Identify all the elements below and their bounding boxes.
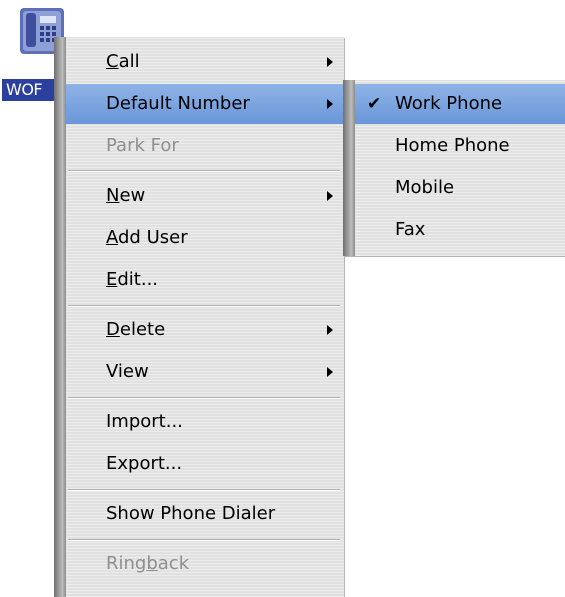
menu-item-new[interactable]: New [66,176,344,216]
submenu-item-label: Fax [395,219,426,240]
menu-item-park-for: Park For [66,126,344,166]
default-number-submenu: ✔ Work Phone Home Phone Mobile Fax [343,80,565,256]
menu-separator [68,489,340,491]
menu-separator [68,539,340,541]
menu-item-label: Edit... [106,269,159,290]
menu-item-label: Default Number [106,93,250,114]
submenu-arrow-icon [327,191,333,201]
menu-separator [68,170,340,172]
menu-separator [68,397,340,399]
submenu-item-fax[interactable]: Fax [355,210,565,250]
submenu-item-label: Mobile [395,177,455,198]
menu-side-stripe [54,37,66,597]
menu-item-show-phone-dialer[interactable]: Show Phone Dialer [66,494,344,534]
menu-item-label: View [106,361,149,382]
menu-item-add-user[interactable]: Add User [66,218,344,258]
menu-item-view[interactable]: View [66,352,344,392]
menu-separator [68,305,340,307]
submenu-item-work-phone[interactable]: ✔ Work Phone [355,84,565,124]
context-menu: Call Default Number Park For New Add Use… [54,37,344,597]
menu-item-label: Ringback [106,553,190,574]
submenu-arrow-icon [327,99,333,109]
menu-item-label: Show Phone Dialer [106,503,276,524]
submenu-item-label: Home Phone [395,135,510,156]
submenu-item-mobile[interactable]: Mobile [355,168,565,208]
menu-item-edit[interactable]: Edit... [66,260,344,300]
menu-item-ringback: Ringback [66,544,344,584]
menu-item-label: Call [106,51,140,72]
menu-item-label: Import... [106,411,183,432]
menu-item-label: Delete [106,319,166,340]
submenu-arrow-icon [327,325,333,335]
menu-item-default-number[interactable]: Default Number [66,84,344,124]
menu-item-label: New [106,185,146,206]
menu-item-call[interactable]: Call [66,42,344,82]
menu-item-label: Park For [106,135,179,156]
menu-item-export[interactable]: Export... [66,444,344,484]
submenu-arrow-icon [327,57,333,67]
submenu-item-home-phone[interactable]: Home Phone [355,126,565,166]
menu-item-label: Add User [106,227,188,248]
menu-item-label: Export... [106,453,183,474]
submenu-item-label: Work Phone [395,93,503,114]
menu-item-delete[interactable]: Delete [66,310,344,350]
submenu-arrow-icon [327,367,333,377]
menu-item-import[interactable]: Import... [66,402,344,442]
checkmark-icon: ✔ [367,94,382,114]
menu-side-stripe [343,80,355,256]
